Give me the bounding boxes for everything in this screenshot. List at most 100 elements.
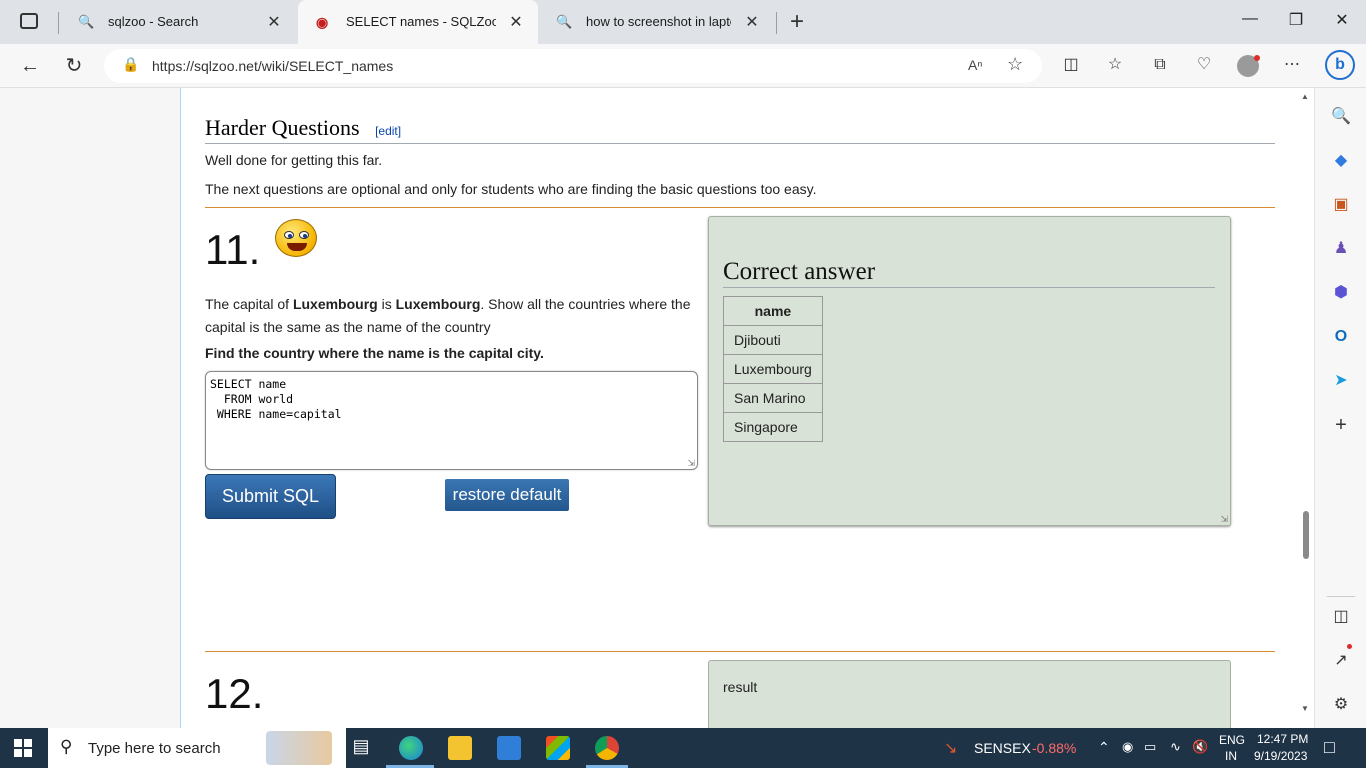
minimize-icon[interactable]: —	[1238, 10, 1262, 34]
windows-taskbar: ⚲ Type here to search ▤ ↘ SENSEX -0.88% …	[0, 728, 1366, 768]
tab-select-names[interactable]: ◉ SELECT names - SQLZoo ✕	[298, 0, 538, 44]
new-tab-button[interactable]: +	[790, 8, 804, 36]
settings-more-icon[interactable]: ⋯	[1281, 54, 1303, 76]
close-icon[interactable]: ✕	[506, 12, 526, 32]
search-icon[interactable]: 🔍	[1330, 106, 1352, 128]
stock-chart-icon[interactable]: ↘	[944, 738, 957, 758]
url-text[interactable]: https://sqlzoo.net/wiki/SELECT_names	[152, 58, 393, 74]
web-page: Harder Questions [edit] Well done for ge…	[0, 88, 1314, 728]
edge-browser-icon[interactable]	[399, 736, 423, 760]
address-bar-row: ← ↻ 🔒 https://sqlzoo.net/wiki/SELECT_nam…	[0, 44, 1366, 88]
address-bar[interactable]: 🔒 https://sqlzoo.net/wiki/SELECT_names A…	[104, 49, 1042, 83]
tools-briefcase-icon[interactable]: ▣	[1330, 194, 1352, 216]
games-icon[interactable]: ♟	[1330, 238, 1352, 260]
tab-screenshot-search[interactable]: 🔍 how to screenshot in laptop ✕	[538, 0, 774, 44]
split-screen-icon[interactable]: ◫	[1060, 54, 1082, 76]
question-text: The capital of Luxembourg is Luxembourg.…	[205, 296, 691, 335]
answer-title: Correct answer	[723, 258, 1215, 288]
store-icon[interactable]	[546, 736, 570, 760]
volume-muted-icon[interactable]: 🔇	[1192, 739, 1208, 755]
back-icon[interactable]: ←	[17, 53, 43, 79]
resize-handle-icon[interactable]: ⇲	[1220, 514, 1228, 525]
sensex-label[interactable]: SENSEX	[974, 740, 1031, 756]
battery-icon[interactable]: ▭	[1144, 739, 1156, 755]
task-view-icon[interactable]: ▤	[349, 736, 373, 760]
shopping-tag-icon[interactable]: ◆	[1330, 150, 1352, 172]
question-task: Find the country where the name is the c…	[205, 345, 544, 361]
intro-text-2: The next questions are optional and only…	[205, 181, 817, 197]
chrome-icon[interactable]	[595, 736, 619, 760]
clock-time[interactable]: 12:47 PM	[1257, 732, 1308, 746]
drop-send-icon[interactable]: ➤	[1330, 370, 1352, 392]
question-number: 12.	[205, 670, 264, 717]
tab-bar: 🔍 sqlzoo - Search ✕ ◉ SELECT names - SQL…	[0, 0, 1366, 44]
microsoft-365-icon[interactable]: ⬢	[1330, 282, 1352, 304]
submit-sql-button[interactable]: Submit SQL	[205, 474, 336, 519]
open-external-icon[interactable]: ↗	[1330, 650, 1352, 672]
region-code[interactable]: IN	[1225, 749, 1237, 763]
scroll-down-icon[interactable]: ▼	[1301, 704, 1309, 713]
search-icon: 🔍	[78, 14, 95, 29]
sqlzoo-icon: ◉	[316, 14, 329, 30]
lock-icon: 🔒	[122, 56, 140, 72]
tab-title: SELECT names - SQLZoo	[346, 14, 496, 29]
windows-start-icon[interactable]	[14, 739, 32, 757]
collections-icon[interactable]: ⧉	[1149, 54, 1171, 76]
read-aloud-icon[interactable]: Aⁿ	[968, 57, 982, 73]
section-heading: Harder Questions [edit]	[205, 115, 1275, 144]
show-hidden-icons-icon[interactable]: ⌃	[1098, 739, 1110, 756]
page-scrollbar[interactable]: ▲ ▼	[1298, 88, 1314, 728]
wifi-icon[interactable]: ∿	[1170, 739, 1181, 755]
favorite-star-icon[interactable]: ☆	[1007, 54, 1023, 75]
window-close-icon[interactable]: ✕	[1330, 10, 1354, 34]
section-title: Harder Questions	[205, 115, 360, 140]
tab-actions-icon[interactable]	[20, 13, 38, 29]
left-nav-panel	[0, 88, 181, 728]
edit-link[interactable]: [edit]	[375, 124, 401, 138]
divider	[205, 651, 1275, 652]
smiley-face-icon	[275, 219, 317, 257]
tab-title: how to screenshot in laptop	[586, 14, 731, 29]
question-number: 11.	[205, 226, 261, 273]
edge-sidebar: 🔍 ◆ ▣ ♟ ⬢ O ➤ + ◫ ↗ ⚙	[1314, 88, 1366, 728]
meet-now-icon[interactable]: ◉	[1122, 739, 1133, 755]
search-highlight-icon[interactable]	[266, 731, 332, 765]
notification-dot	[1254, 55, 1260, 61]
language-code[interactable]: ENG	[1219, 733, 1245, 747]
sql-editor[interactable]: SELECT name FROM world WHERE name=capita…	[205, 371, 698, 470]
correct-answer-panel: Correct answer name Djibouti Luxembourg …	[708, 216, 1231, 526]
scroll-up-icon[interactable]: ▲	[1301, 92, 1309, 101]
search-icon: ⚲	[60, 737, 73, 756]
restore-icon[interactable]: ❐	[1284, 10, 1308, 34]
result-label: result	[723, 679, 758, 695]
close-icon[interactable]: ✕	[742, 12, 762, 32]
bing-copilot-icon[interactable]: b	[1325, 50, 1355, 80]
table-row: Luxembourg	[723, 354, 823, 384]
table-row: San Marino	[723, 383, 823, 413]
refresh-icon[interactable]: ↻	[61, 53, 87, 79]
table-row: Djibouti	[723, 325, 823, 355]
tab-sqlzoo-search[interactable]: 🔍 sqlzoo - Search ✕	[60, 0, 296, 44]
add-icon[interactable]: +	[1330, 414, 1352, 436]
browser-essentials-icon[interactable]: ♡	[1193, 54, 1215, 76]
sidebar-toggle-icon[interactable]: ◫	[1330, 606, 1352, 628]
outlook-icon[interactable]: O	[1330, 326, 1352, 348]
favorites-icon[interactable]: ☆	[1104, 54, 1126, 76]
sidebar-settings-icon[interactable]: ⚙	[1330, 694, 1352, 716]
notifications-icon[interactable]: □	[1324, 737, 1335, 758]
resize-handle-icon[interactable]: ⇲	[687, 458, 695, 469]
clock-date[interactable]: 9/19/2023	[1254, 749, 1307, 763]
taskbar-search-placeholder[interactable]: Type here to search	[88, 740, 221, 757]
file-explorer-icon[interactable]	[448, 736, 472, 760]
restore-default-button[interactable]: restore default	[445, 479, 569, 511]
answer-table: name Djibouti Luxembourg San Marino Sing…	[723, 296, 823, 442]
sql-code[interactable]: SELECT name FROM world WHERE name=capita…	[210, 377, 342, 422]
intro-text-1: Well done for getting this far.	[205, 152, 383, 168]
taskbar-search-box[interactable]: ⚲ Type here to search	[48, 728, 346, 768]
table-header: name	[723, 296, 823, 326]
close-icon[interactable]: ✕	[264, 12, 284, 32]
scrollbar-thumb[interactable]	[1303, 511, 1309, 559]
search-icon: 🔍	[556, 14, 573, 29]
table-row: Singapore	[723, 412, 823, 442]
mail-icon[interactable]	[497, 736, 521, 760]
